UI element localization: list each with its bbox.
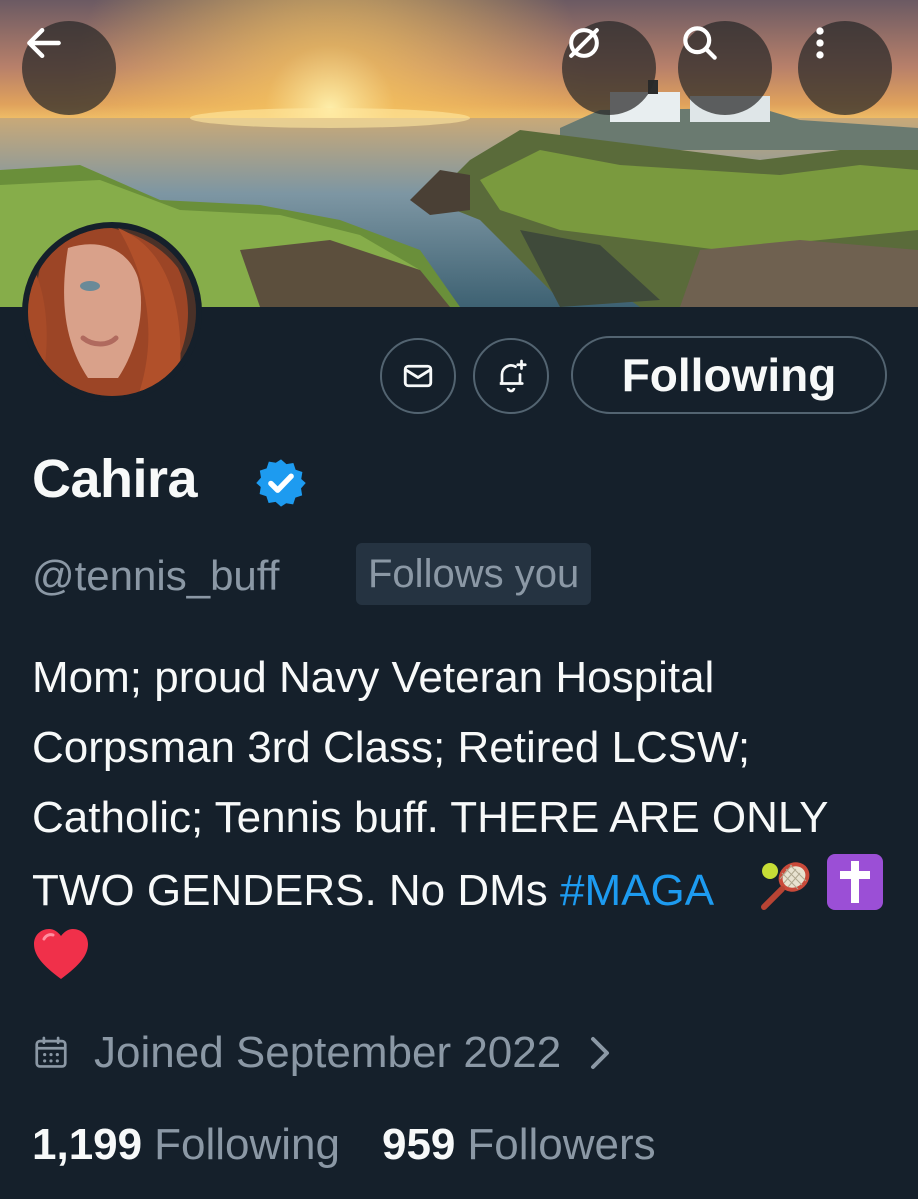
following-count: 1,199 (32, 1120, 143, 1169)
red-heart-emoji (34, 929, 88, 979)
verified-badge-icon[interactable] (254, 456, 308, 510)
grok-button[interactable] (562, 21, 656, 115)
tennis-racket-emoji (761, 862, 810, 910)
joined-date: Joined September 2022 (94, 1028, 562, 1077)
avatar-image (28, 228, 196, 396)
arrow-left-icon (27, 27, 61, 59)
bell-plus-icon (499, 359, 527, 393)
search-button[interactable] (678, 21, 772, 115)
following-label: Following (154, 1120, 340, 1169)
slashed-circle-icon (569, 28, 599, 58)
followers-count: 959 (381, 1120, 456, 1169)
following-button[interactable]: Following (571, 336, 887, 414)
notifications-button[interactable] (473, 338, 549, 414)
more-options-button[interactable] (798, 21, 892, 115)
follow-stats: 1,199 Following 959 Followers (32, 1120, 656, 1170)
message-button[interactable] (380, 338, 456, 414)
back-button[interactable] (22, 21, 116, 115)
latin-cross-emoji (827, 854, 884, 910)
following-stat[interactable]: 1,199 Following (32, 1120, 340, 1170)
envelope-icon (403, 364, 433, 388)
chevron-right-icon (591, 1037, 610, 1069)
avatar[interactable] (22, 222, 202, 402)
follows-you-badge: Follows you (356, 543, 592, 605)
calendar-icon (35, 1036, 67, 1068)
followers-stat[interactable]: 959 Followers (382, 1120, 656, 1170)
search-icon (683, 26, 717, 60)
vertical-dots-icon (816, 27, 824, 59)
user-handle: @tennis_buff (32, 552, 280, 599)
display-name: Cahira (32, 449, 198, 509)
bio: Mom; proud Navy Veteran Hospital Corpsma… (32, 643, 902, 996)
followers-label: Followers (467, 1120, 656, 1169)
joined-date-row[interactable]: Joined September 2022 (32, 1022, 637, 1084)
hashtag-link[interactable]: #MAGA (560, 866, 712, 915)
